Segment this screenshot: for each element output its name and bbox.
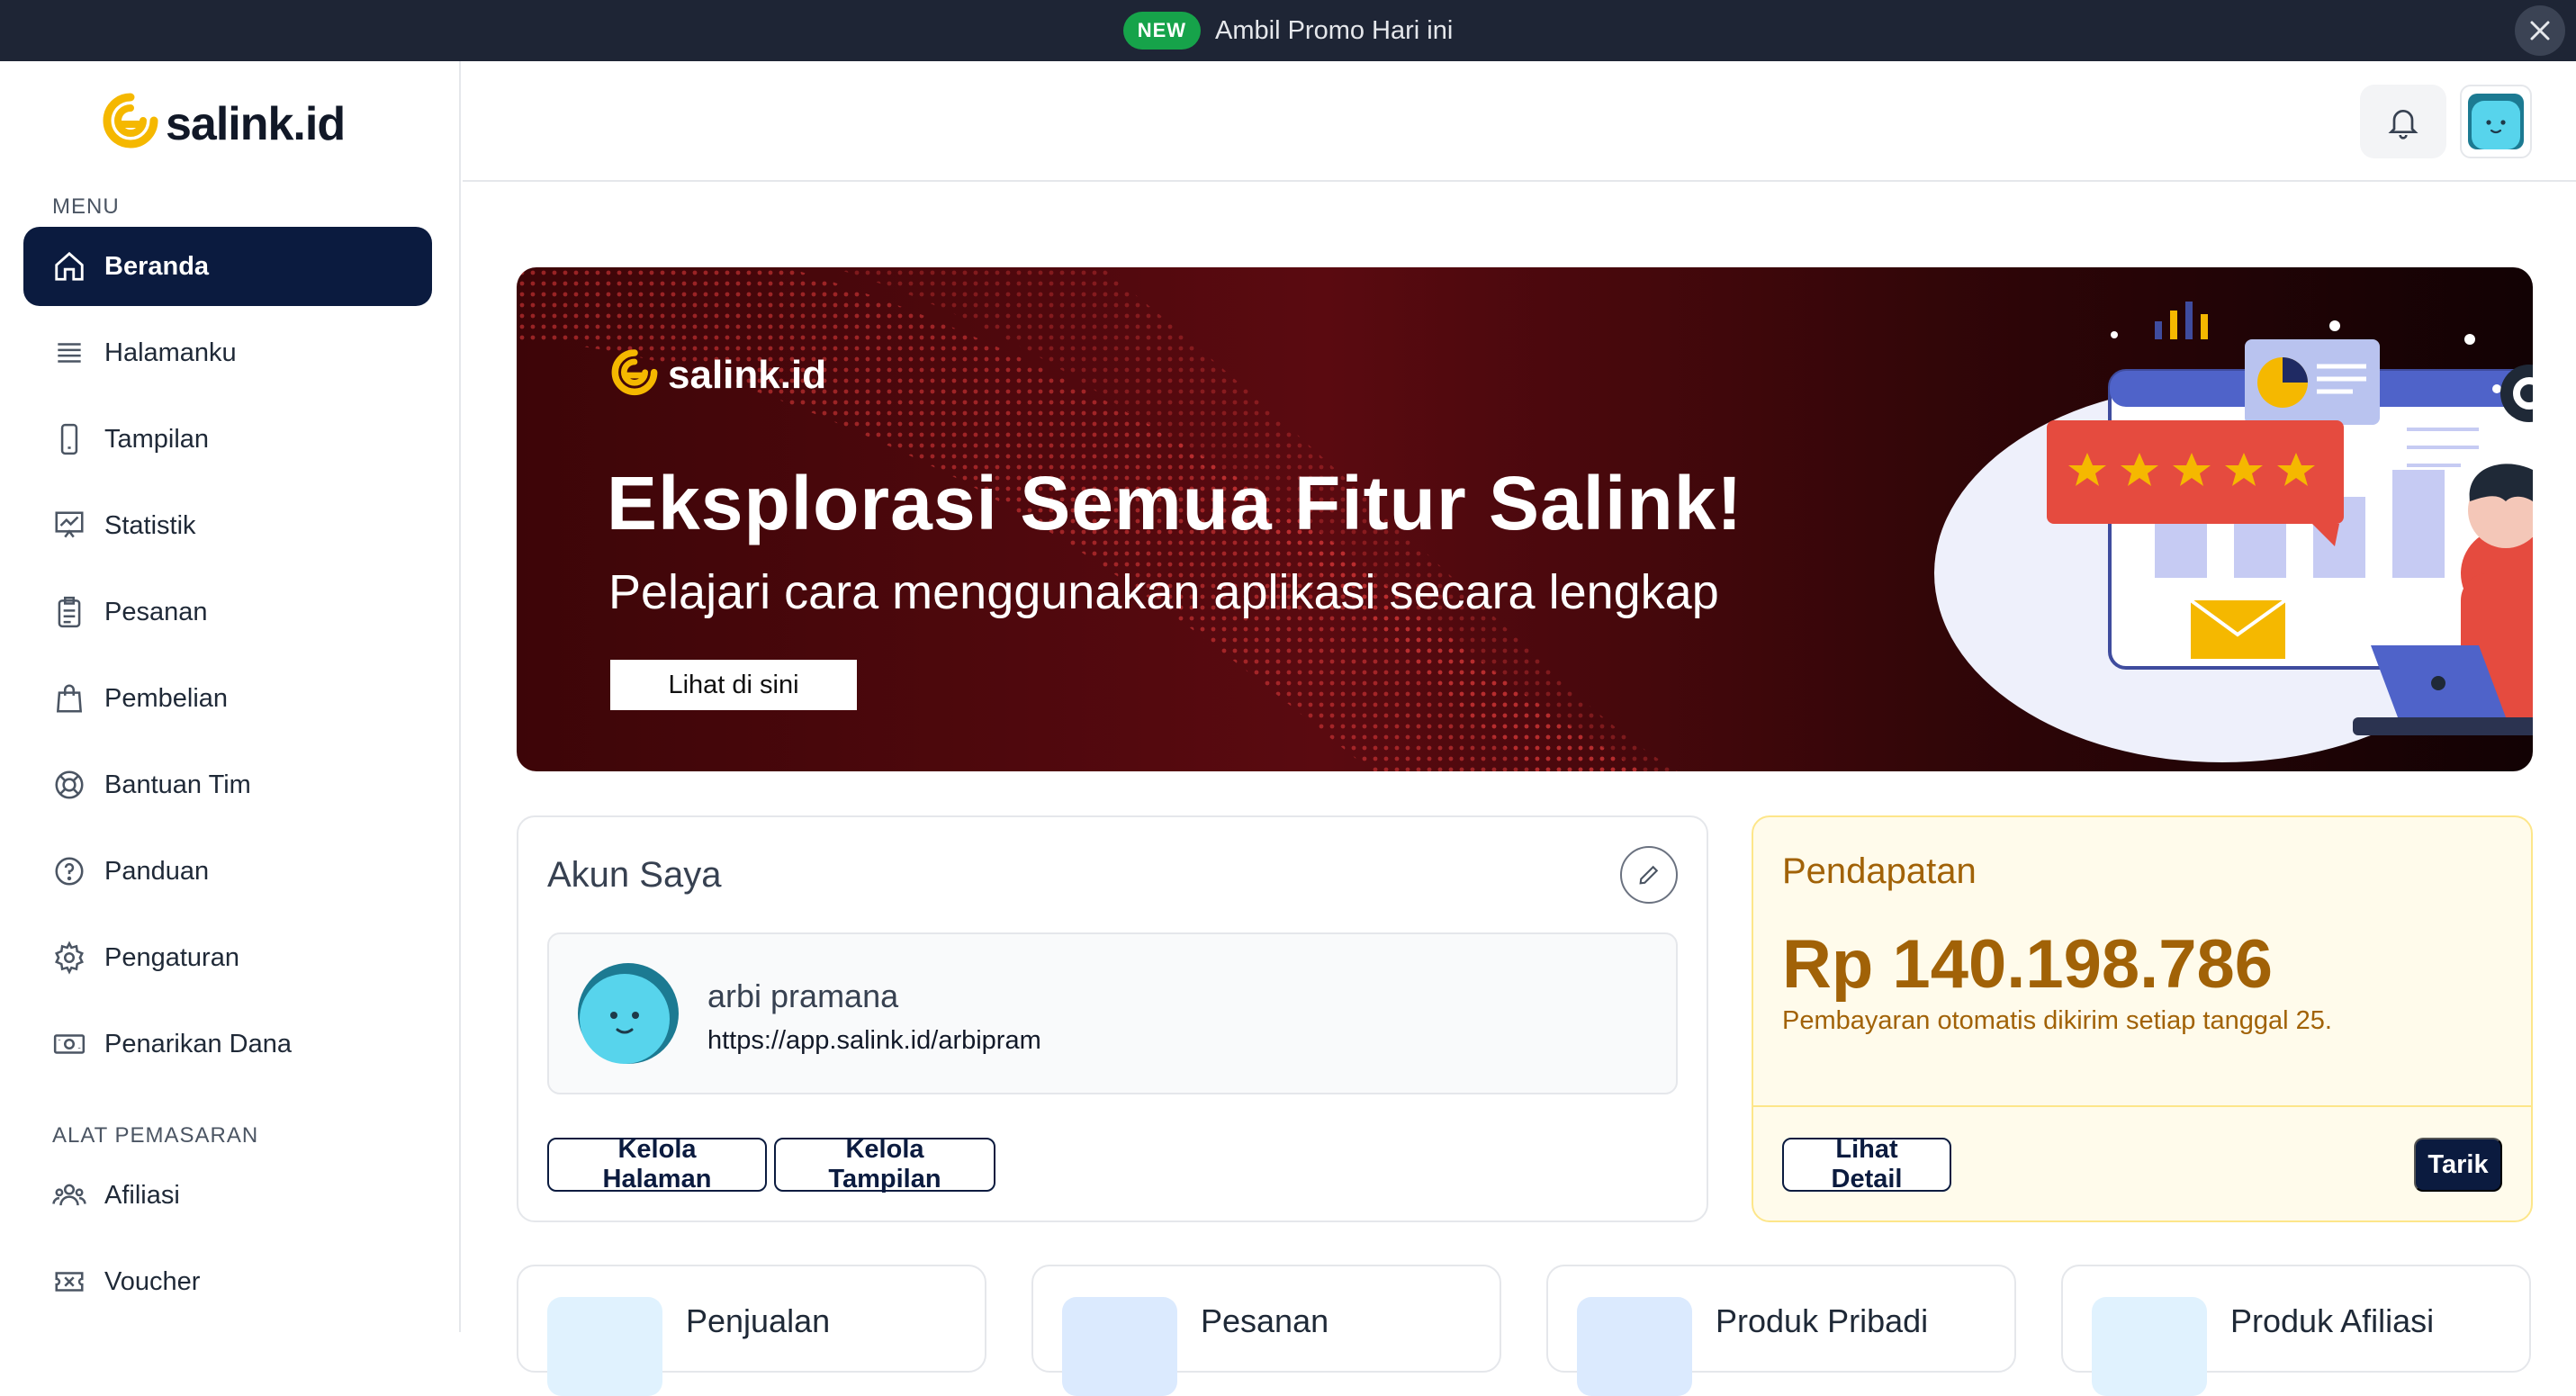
sidebar-item-tampilan[interactable]: Tampilan [23, 400, 432, 479]
close-announcement-button[interactable] [2515, 5, 2565, 56]
account-info: arbi pramana https://app.salink.id/arbip… [547, 932, 1678, 1094]
sidebar-item-statistik[interactable]: Statistik [23, 486, 432, 565]
sidebar-item-voucher[interactable]: Voucher [23, 1242, 432, 1321]
sidebar-item-label: Panduan [104, 856, 210, 886]
sidebar-item-pengaturan[interactable]: Pengaturan [23, 918, 432, 997]
sidebar-item-afiliasi[interactable]: Afiliasi [23, 1156, 432, 1235]
user-avatar-button[interactable] [2460, 85, 2532, 158]
sidebar-item-penarikan-dana[interactable]: Penarikan Dana [23, 1004, 432, 1084]
account-card: Akun Saya arbi pramana https://app.salin… [517, 815, 1708, 1222]
orders-icon [1062, 1297, 1177, 1396]
banner-logo: salink.id [610, 348, 826, 402]
page-header [463, 61, 2576, 182]
salink-logo-icon [103, 93, 158, 149]
sidebar-item-label: Voucher [104, 1266, 201, 1296]
sidebar-item-label: Pengaturan [104, 942, 239, 972]
stat-card-produk-afiliasi[interactable]: Produk Afiliasi [2061, 1265, 2531, 1396]
sidebar-item-label: Pesanan [104, 597, 208, 626]
avatar [578, 963, 679, 1064]
account-name: arbi pramana [707, 977, 899, 1014]
sidebar-item-halamanku[interactable]: Halamanku [23, 313, 432, 392]
gear-icon [55, 941, 84, 975]
income-title: Pendapatan [1782, 851, 1977, 891]
brand-name: salink.id [166, 98, 346, 150]
promo-banner[interactable]: salink.id Eksplorasi Semua Fitur Salink!… [517, 267, 2533, 771]
chart-icon [55, 511, 84, 538]
users-icon [52, 1184, 86, 1206]
sidebar-item-label: Bantuan Tim [104, 770, 251, 799]
manage-view-button[interactable]: Kelola Tampilan [774, 1135, 995, 1193]
account-card-title: Akun Saya [547, 855, 722, 895]
bell-icon [2388, 110, 2418, 140]
income-value: Rp 140.198.786 [1782, 926, 2274, 1003]
stat-label: Penjualan [686, 1302, 831, 1339]
stat-card-pesanan[interactable]: Pesanan [1031, 1265, 1501, 1396]
sidebar-item-label: Pembelian [104, 683, 229, 713]
affiliate-product-icon [2092, 1297, 2207, 1396]
stat-card-produk-pribadi[interactable]: Produk Pribadi [1546, 1265, 2016, 1396]
menu-section-label: MENU [52, 194, 120, 219]
sidebar: salink.id MENU Beranda Halamanku Tampila… [0, 61, 461, 1332]
sidebar-item-label: Tampilan [104, 424, 210, 454]
sidebar-item-bantuan-tim[interactable]: Bantuan Tim [23, 745, 432, 824]
sidebar-item-label: Beranda [104, 251, 210, 281]
stat-label: Pesanan [1201, 1302, 1329, 1339]
product-icon [1577, 1297, 1692, 1396]
sidebar-item-beranda[interactable]: Beranda [23, 227, 432, 306]
manage-page-button[interactable]: Kelola Halaman [547, 1135, 767, 1193]
list-icon [58, 343, 81, 363]
lifebuoy-icon [55, 770, 84, 799]
sidebar-item-label: Afiliasi [104, 1180, 180, 1210]
sidebar-item-label: Penarikan Dana [104, 1029, 292, 1058]
home-icon [55, 251, 84, 281]
cash-icon [53, 1034, 86, 1054]
banner-cta-button[interactable]: Lihat di sini [610, 660, 857, 710]
ticket-icon [55, 1272, 84, 1292]
notification-button[interactable] [2360, 85, 2446, 158]
sidebar-item-label: Halamanku [104, 338, 237, 367]
bag-icon [56, 684, 83, 713]
pencil-icon [1639, 865, 1659, 885]
withdraw-button[interactable]: Tarik [2414, 1138, 2502, 1192]
close-icon [2530, 21, 2550, 41]
marketing-section-label: ALAT PEMASARAN [52, 1123, 259, 1148]
stat-card-penjualan[interactable]: Penjualan [517, 1265, 986, 1396]
banner-logo-text: salink.id [668, 353, 827, 397]
phone-icon [60, 423, 78, 455]
banner-subtitle: Pelajari cara menggunakan aplikasi secar… [608, 565, 1719, 619]
sidebar-item-pembelian[interactable]: Pembelian [23, 659, 432, 738]
sidebar-item-pesanan[interactable]: Pesanan [23, 572, 432, 652]
avatar-icon [2468, 94, 2524, 149]
stat-label: Produk Pribadi [1716, 1302, 1929, 1339]
help-icon [55, 857, 84, 886]
salink-logo-icon [611, 349, 658, 396]
sidebar-item-panduan[interactable]: Panduan [23, 832, 432, 911]
stat-label: Produk Afiliasi [2230, 1302, 2435, 1339]
promo-text[interactable]: Ambil Promo Hari ini [1215, 16, 1453, 46]
clipboard-icon [58, 596, 81, 628]
sales-icon [547, 1297, 662, 1396]
income-note: Pembayaran otomatis dikirim setiap tangg… [1782, 1006, 2332, 1035]
brand-logo[interactable]: salink.id [103, 92, 346, 157]
income-divider [1753, 1105, 2531, 1107]
sidebar-item-label: Statistik [104, 510, 196, 540]
announcement-bar[interactable]: NEW Ambil Promo Hari ini [0, 0, 2576, 61]
new-badge: NEW [1122, 12, 1202, 50]
view-detail-button[interactable]: Lihat Detail [1782, 1135, 1951, 1193]
dashboard-illustration [1934, 302, 2533, 762]
edit-account-button[interactable] [1620, 846, 1678, 904]
income-card: Pendapatan Rp 140.198.786 Pembayaran oto… [1752, 815, 2533, 1222]
account-url[interactable]: https://app.salink.id/arbipram [707, 1026, 1041, 1056]
banner-title: Eksplorasi Semua Fitur Salink! [607, 461, 1743, 545]
